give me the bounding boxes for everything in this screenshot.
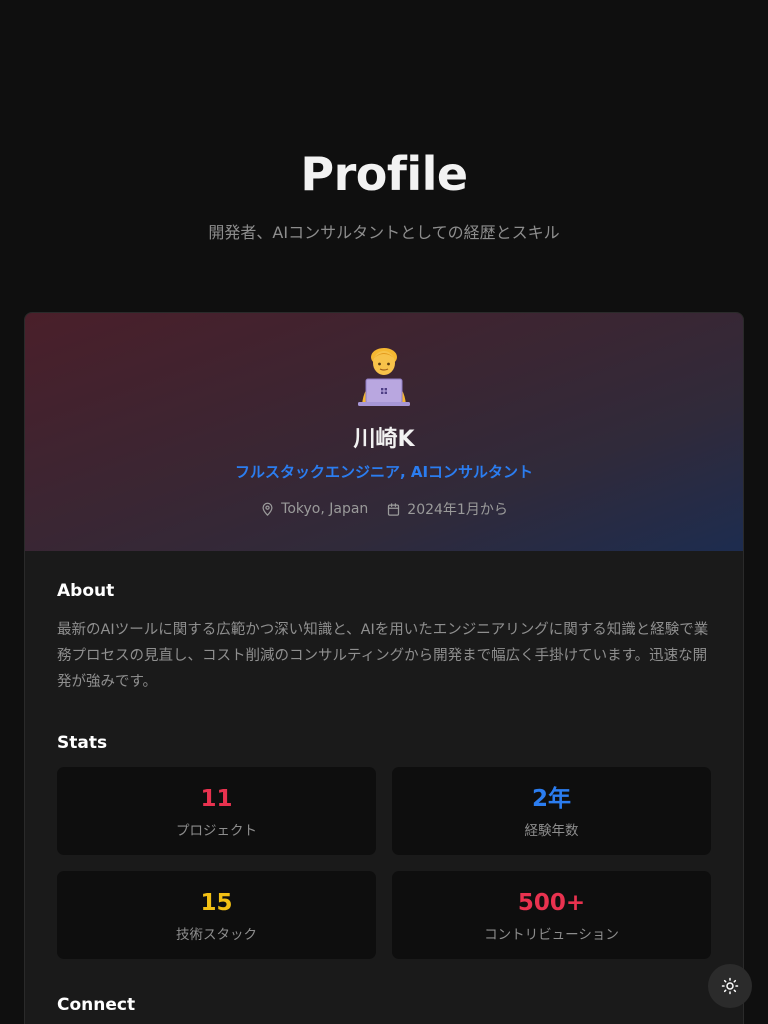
stat-projects: 11 プロジェクト — [57, 767, 376, 855]
stat-label: プロジェクト — [176, 823, 257, 839]
connect-title: Connect — [57, 995, 136, 1015]
stat-value: 15 — [200, 890, 233, 916]
stat-value: 11 — [200, 786, 233, 812]
stats-grid: 11 プロジェクト 2年 経験年数 15 技術スタック 500+ コントリビュー… — [57, 767, 711, 959]
profile-body: About 最新のAIツールに関する広範かつ深い知識と、AIを用いたエンジニアリ… — [25, 551, 743, 1024]
about-title: About — [57, 581, 115, 601]
calendar-icon — [388, 502, 400, 516]
theme-toggle-button[interactable] — [708, 964, 752, 1008]
page-header: Profile 開発者、AIコンサルタントとしての経歴とスキル — [0, 0, 768, 244]
technologist-emoji-icon — [358, 348, 410, 406]
stat-label: コントリビューション — [484, 927, 619, 943]
about-text: 最新のAIツールに関する広範かつ深い知識と、AIを用いたエンジニアリングに関する… — [57, 622, 709, 690]
since-text: 2024年1月から — [407, 502, 508, 518]
location-item: Tokyo, Japan — [260, 499, 368, 519]
stat-label: 技術スタック — [176, 927, 257, 943]
profile-hero: 川崎K フルスタックエンジニア, AIコンサルタント Tokyo, Japan … — [25, 313, 743, 551]
stat-experience: 2年 経験年数 — [392, 767, 711, 855]
profile-page: Profile 開発者、AIコンサルタントとしての経歴とスキル 川崎K フルスタ… — [0, 0, 768, 1024]
profile-role: フルスタックエンジニア, AIコンサルタント — [234, 463, 534, 481]
stat-value: 500+ — [517, 890, 586, 916]
stat-label: 経験年数 — [524, 823, 579, 839]
since-item: 2024年1月から — [386, 499, 508, 519]
stat-value: 2年 — [531, 786, 571, 812]
profile-meta: Tokyo, Japan 2024年1月から — [25, 499, 743, 519]
profile-name: 川崎K — [353, 427, 415, 452]
page-subtitle: 開発者、AIコンサルタントとしての経歴とスキル — [208, 223, 560, 242]
page-title: Profile — [300, 147, 468, 201]
stat-tech-stack: 15 技術スタック — [57, 871, 376, 959]
sun-icon — [721, 977, 739, 995]
stats-title: Stats — [57, 733, 108, 753]
stat-contributions: 500+ コントリビューション — [392, 871, 711, 959]
map-pin-icon — [262, 502, 273, 516]
location-text: Tokyo, Japan — [281, 501, 369, 517]
profile-card: 川崎K フルスタックエンジニア, AIコンサルタント Tokyo, Japan … — [24, 312, 744, 1024]
